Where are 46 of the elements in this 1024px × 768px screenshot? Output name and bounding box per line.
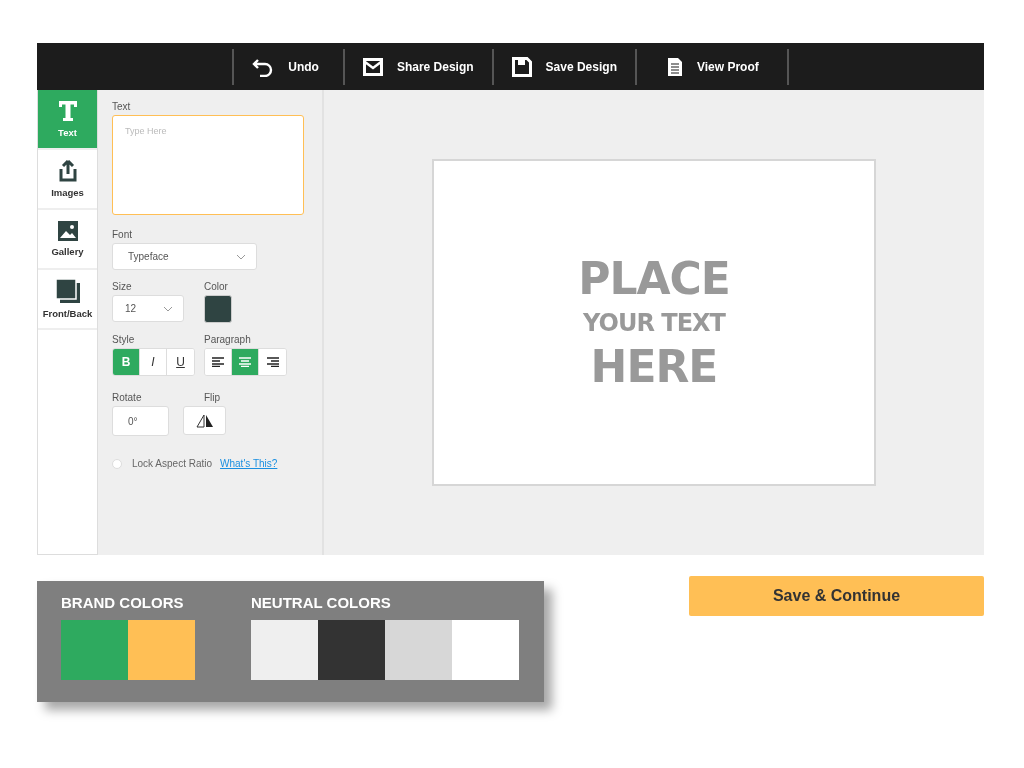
chevron-down-icon: [236, 253, 246, 260]
field-label: Font: [112, 229, 132, 240]
color-swatch[interactable]: [385, 620, 452, 680]
upload-icon: [57, 160, 78, 182]
palette-title: NEUTRAL COLORS: [251, 594, 392, 611]
placeholder-heading: HERE: [590, 341, 718, 392]
text-align-icon: [266, 357, 279, 367]
color-swatch[interactable]: [318, 620, 385, 680]
font-dropdown[interactable]: Typeface: [112, 243, 257, 270]
save-continue-button[interactable]: Save & Continue: [689, 576, 984, 616]
field-label: Size: [112, 281, 132, 292]
envelope-icon: [362, 57, 383, 76]
field-label: Flip: [204, 392, 221, 403]
image-icon: [57, 221, 78, 241]
palette-title: BRAND COLORS: [61, 594, 185, 611]
text-align-icon: [212, 357, 224, 367]
field-label: Style: [112, 334, 135, 345]
toolbar-button[interactable]: Share Design: [344, 43, 492, 90]
text-input[interactable]: Type Here: [112, 115, 304, 215]
lock-aspect-label: Lock Aspect Ratio: [132, 458, 213, 469]
rotate-field[interactable]: 0°: [112, 406, 169, 436]
align-left-button[interactable]: [205, 349, 232, 375]
document-icon: [666, 56, 683, 77]
toolbar-button[interactable]: View Proof: [636, 43, 787, 90]
field-label: Color: [204, 281, 228, 292]
color-swatch[interactable]: [128, 620, 195, 680]
toolbar-button[interactable]: Save Design: [493, 43, 635, 90]
flip-button[interactable]: [183, 406, 226, 435]
toolbar-button[interactable]: Undo: [234, 43, 343, 90]
stacked-squares-icon: [55, 279, 80, 303]
field-label: Rotate: [112, 392, 142, 403]
color-swatch[interactable]: [61, 620, 128, 680]
placeholder-heading: YOUR TEXT: [583, 307, 725, 339]
color-swatch[interactable]: [204, 295, 232, 323]
color-swatch[interactable]: [251, 620, 318, 680]
field-label: Text: [112, 101, 131, 112]
letter-t-icon: [57, 100, 78, 122]
undo-icon: [252, 56, 275, 77]
text-align-icon: [239, 357, 251, 367]
lock-radio[interactable]: [112, 458, 122, 469]
chevron-down-icon: [163, 305, 173, 312]
field-label: Paragraph: [204, 334, 251, 345]
flip-icon: [195, 413, 214, 428]
placeholder-heading: PLACE: [578, 253, 730, 304]
color-swatch[interactable]: [452, 620, 519, 680]
size-dropdown[interactable]: 12: [112, 295, 184, 322]
